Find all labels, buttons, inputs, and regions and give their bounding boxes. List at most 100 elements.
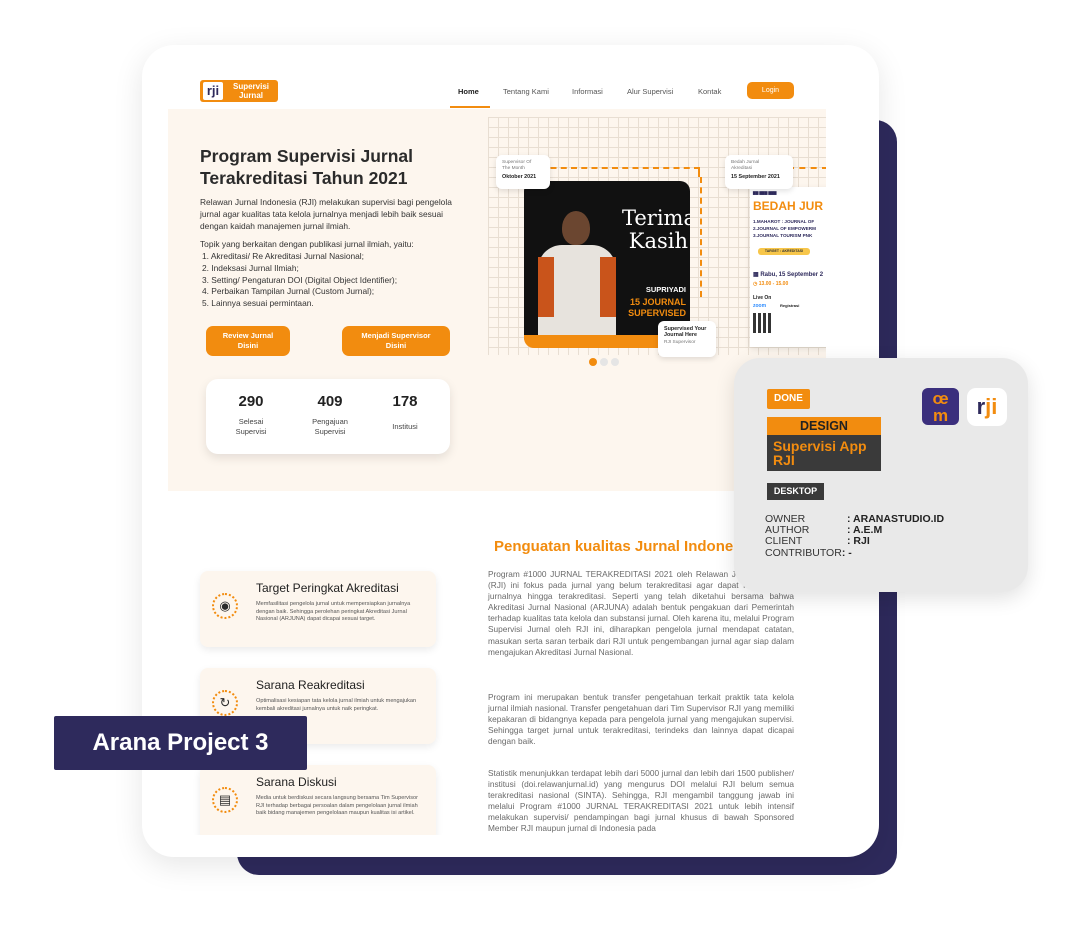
carousel-dot[interactable] (611, 358, 619, 366)
logo-rji-ji: ji (985, 394, 998, 419)
list-item: 2. Indeksasi Jurnal Ilmiah; (202, 262, 299, 273)
poster-registrasi: Registrasi (780, 303, 800, 308)
supervisor-of-month-card[interactable]: Supervisor Of The Month Oktober 2021 (496, 155, 550, 189)
carousel-dot[interactable] (600, 358, 608, 366)
stat-number: 409 (317, 393, 343, 410)
meta-key: CLIENT (765, 535, 803, 548)
meta-row: CONTRIBUTOR: - (765, 546, 944, 559)
nav-home[interactable]: Home (458, 87, 479, 96)
shirt-stripe (538, 257, 554, 317)
nav-tentang-kami[interactable]: Tentang Kami (503, 87, 549, 96)
navbar: rji Supervisi Jurnal Home Tentang Kami I… (168, 73, 826, 109)
bedah-jurnal-poster[interactable]: ▇▇ ▇▇▇ ▇▇▇ BEDAH JUR 1.MAHAROT : JOURNAL… (750, 187, 826, 347)
stat-label-line-1: Pengajuan (312, 417, 348, 426)
supervisor-name: SUPRIYADI (645, 285, 686, 294)
chat-icon: ▤ (212, 787, 238, 813)
poster-date-text: Rabu, 15 September 2 (760, 272, 824, 278)
stat-label: Selesai Supervisi (216, 417, 286, 436)
feature-title: Sarana Reakreditasi (256, 678, 365, 692)
stat-label-line-1: Institusi (392, 422, 418, 431)
feature-card[interactable]: ▤ Sarana Diskusi Media untuk berdiskusi … (200, 765, 436, 835)
section-title: Penguatan kualitas Jurnal Indonesia (494, 538, 755, 555)
poster-live-label: Live On (753, 295, 772, 301)
bedah-jurnal-card[interactable]: Bedah Jurnal Akreditasi 15 September 202… (725, 155, 793, 189)
poster-item: 2.JOURNAL OF EMPOWERM (753, 226, 816, 231)
card-title: Journal Here (664, 332, 697, 338)
journal-count-line-1: 15 JOURNAL (629, 297, 686, 307)
stat-label-line-1: Selesai (238, 417, 264, 426)
terima-kasih-text: Terima Kasih (622, 206, 690, 253)
journal-count: 15 JOURNAL SUPERVISED (608, 297, 686, 318)
meta-key: CONTRIBUTOR (765, 546, 842, 559)
stat-label-line-2: Supervisi (314, 426, 346, 436)
nav-informasi[interactable]: Informasi (572, 87, 603, 96)
site-logo[interactable]: rji Supervisi Jurnal (200, 80, 278, 102)
dashed-connector (700, 177, 702, 297)
review-button-line-1: Review Jurnal (222, 331, 274, 340)
stat-label: Pengajuan Supervisi (295, 417, 365, 436)
stat-number: 178 (392, 393, 418, 410)
app-name-line-2: RJI (773, 452, 795, 468)
supervisor-button-line-1: Menjadi Supervisor (361, 331, 431, 340)
logo-rji-r: r (976, 394, 986, 419)
login-button[interactable]: Login (747, 82, 794, 99)
rji-logo-icon: rji (203, 82, 223, 100)
meta-value: : - (841, 546, 852, 559)
nav-kontak[interactable]: Kontak (698, 87, 721, 96)
review-jurnal-button[interactable]: Review Jurnal Disini (206, 326, 290, 356)
stat-label-line-2: Supervisi (235, 426, 267, 436)
dashed-connector (788, 167, 826, 169)
poster-tag: TARGET : AKREDITASI (758, 248, 810, 255)
meta-row: CLIENT: RJI (765, 536, 944, 547)
logo-text-line-2: Jurnal (238, 91, 263, 100)
feature-title: Target Peringkat Akreditasi (256, 581, 399, 595)
logo-ae-bottom: m (932, 406, 949, 425)
stats-card: 290 Selesai Supervisi 409 Pengajuan Supe… (206, 379, 450, 454)
poster-item: 1.MAHAROT : JOURNAL OF (753, 219, 815, 224)
stat-number: 290 (238, 393, 264, 410)
hero-description: Relawan Jurnal Indonesia (RJI) melakukan… (200, 197, 452, 231)
card-caption: RJI Supervisor (664, 340, 696, 345)
poster-date: ▦ Rabu, 15 September 2 (753, 271, 823, 278)
person-head (562, 211, 590, 245)
card-caption: Akreditasi (731, 166, 753, 171)
refresh-icon: ↻ (212, 690, 238, 716)
stat-selesai: 290 Selesai Supervisi (216, 393, 286, 436)
feature-description: Memfasilitasi pengelola jurnal untuk mem… (256, 601, 411, 623)
terima-line-2: Kasih (628, 229, 688, 253)
target-icon: ◉ (212, 593, 238, 619)
hero-topic-intro: Topik yang berkaitan dengan publikasi ju… (200, 239, 414, 249)
list-item: 1. Akreditasi/ Re Akreditasi Jurnal Nasi… (202, 251, 364, 261)
menjadi-supervisor-button[interactable]: Menjadi Supervisor Disini (342, 326, 450, 356)
stat-pengajuan: 409 Pengajuan Supervisi (295, 393, 365, 436)
poster-time-text: 13.00 - 15.00 (758, 281, 789, 287)
project-meta: OWNER: ARANASTUDIO.ID AUTHOR: A.E.M CLIE… (765, 513, 944, 559)
feature-card[interactable]: ◉ Target Peringkat Akreditasi Memfasilit… (200, 571, 436, 647)
platform-badge: DESKTOP (767, 483, 824, 500)
nav-active-indicator (450, 106, 490, 108)
carousel-dot[interactable] (589, 358, 597, 366)
feature-description: Media untuk berdiskusi secara langsung b… (256, 795, 418, 817)
feature-description: Optimalisasi kesiapan tata kelola jurnal… (256, 698, 417, 712)
rji-logo-icon: rji (967, 388, 1007, 426)
stat-label: Institusi (370, 422, 440, 432)
logo-ae-top: œ (932, 389, 949, 408)
list-item: 5. Lainnya sesuai permintaan. (202, 298, 314, 309)
logo-text: Supervisi Jurnal (226, 82, 276, 100)
hero-title: Program Supervisi Jurnal Terakreditasi T… (200, 145, 465, 189)
carousel-dots (589, 353, 622, 371)
project-label: Arana Project 3 (54, 716, 307, 770)
poster-time: ◷ 13.00 - 15.00 (753, 281, 788, 287)
terima-line-1: Terima (622, 206, 690, 230)
app-name-line-1: Supervisi App (773, 438, 867, 454)
review-button-line-2: Disini (237, 341, 259, 350)
app-name: Supervisi App RJI (767, 435, 881, 471)
hero-title-line-1: Program Supervisi Jurnal (200, 146, 413, 166)
supervisor-button-line-2: Disini (385, 341, 407, 350)
journal-count-line-2: SUPERVISED (628, 307, 686, 318)
dashed-connector (530, 167, 700, 177)
zoom-logo: zoom (753, 303, 767, 309)
supervised-journal-card[interactable]: Supervised Your Journal Here RJI Supervi… (658, 321, 716, 357)
article-paragraph: Program ini merupakan bentuk transfer pe… (488, 692, 794, 747)
nav-alur-supervisi[interactable]: Alur Supervisi (627, 87, 673, 96)
